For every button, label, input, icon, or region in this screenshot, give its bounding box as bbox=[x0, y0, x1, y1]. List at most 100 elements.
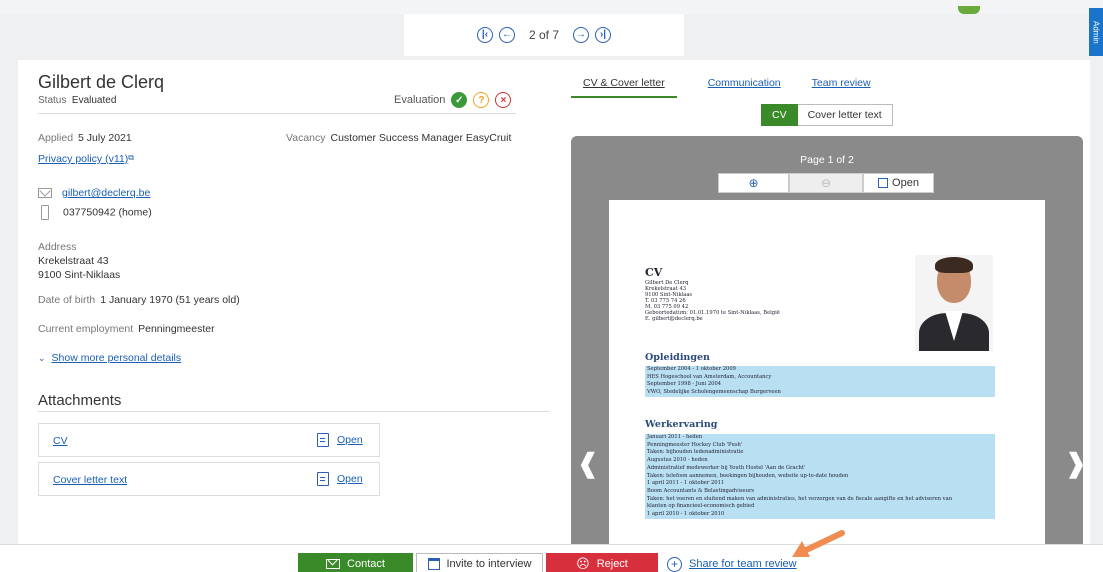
approve-icon[interactable]: ✓ bbox=[451, 92, 468, 108]
toggle-cv[interactable]: CV bbox=[761, 104, 798, 126]
chevron-down-icon: ⌄ bbox=[38, 353, 46, 363]
employment-value: Penningmeester bbox=[138, 323, 215, 335]
education-block: September 2004 - 1 oktober 2009 HES Hoge… bbox=[645, 366, 995, 397]
side-tab[interactable]: Admin bbox=[1089, 8, 1103, 56]
invite-to-interview-button[interactable]: Invite to interview bbox=[416, 553, 543, 572]
contact-label: Contact bbox=[347, 558, 385, 570]
cv-info-line: E. gilbert@declerq.be bbox=[645, 316, 703, 322]
dob-value: 1 January 1970 (51 years old) bbox=[100, 294, 240, 306]
evaluation-controls: Evaluation ✓ ? × bbox=[394, 92, 512, 108]
cv-line: 1 april 2010 - 1 oktober 2010 bbox=[647, 511, 725, 518]
invite-label: Invite to interview bbox=[446, 558, 532, 570]
privacy-policy-row: Privacy policy (v11)⧉ bbox=[38, 153, 134, 165]
document-tabs: CV & Cover letter Communication Team rev… bbox=[571, 76, 902, 98]
top-strip bbox=[0, 0, 1103, 14]
candidate-pager: |‹ ← 2 of 7 → ›| bbox=[404, 14, 684, 56]
address-line-2: 9100 Sint-Niklaas bbox=[38, 269, 121, 281]
status-line: Status Evaluated bbox=[38, 95, 116, 106]
zoom-out-button[interactable]: ⊖ bbox=[789, 173, 863, 193]
divider bbox=[38, 411, 550, 412]
cv-line: HES Hogeschool van Amsterdam, Accountanc… bbox=[647, 373, 772, 380]
email-link[interactable]: gilbert@declerq.be bbox=[62, 187, 150, 199]
phone-row: 037750942 (home) bbox=[38, 205, 152, 220]
zoom-in-button[interactable]: ⊕ bbox=[718, 173, 789, 193]
share-label[interactable]: Share for team review bbox=[689, 558, 797, 570]
more-details-link[interactable]: Show more personal details bbox=[52, 352, 182, 364]
mail-icon bbox=[38, 188, 52, 199]
reject-label: Reject bbox=[596, 558, 628, 570]
document-toggle: CV Cover letter text bbox=[761, 104, 893, 126]
open-document-button[interactable]: Open bbox=[863, 173, 934, 193]
cv-line: Taken: telefoon aannemen, boekingen bijh… bbox=[647, 472, 849, 479]
plus-circle-icon: + bbox=[667, 556, 682, 572]
attachment-open[interactable]: Open bbox=[317, 472, 363, 486]
cv-line: 1 april 2011 - 1 oktober 2011 bbox=[647, 480, 725, 487]
tab-cv-cover-letter[interactable]: CV & Cover letter bbox=[571, 76, 677, 98]
evaluation-label: Evaluation bbox=[394, 94, 446, 106]
document-viewer: Page 1 of 2 ⊕ ⊖ Open ❰ ❱ CV Gilbert De C… bbox=[571, 136, 1083, 545]
prev-page-arrow[interactable]: ❰ bbox=[577, 448, 599, 479]
attachment-cover-link[interactable]: Cover letter text bbox=[53, 474, 127, 486]
tab-team-review[interactable]: Team review bbox=[812, 76, 871, 98]
open-document-label: Open bbox=[892, 177, 919, 189]
zoom-in-icon: ⊕ bbox=[748, 176, 759, 190]
dob-label: Date of birth bbox=[38, 294, 96, 306]
maybe-icon[interactable]: ? bbox=[473, 92, 490, 108]
work-block: Januari 2011 - heden Penningmeester Hock… bbox=[645, 434, 995, 519]
attachment-cover-letter: Cover letter text Open bbox=[38, 462, 380, 496]
candidate-name: Gilbert de Clerq bbox=[38, 72, 165, 92]
cv-heading: CV bbox=[645, 266, 663, 279]
cv-line: VWO, Stedelijke Scholengemeenschap Burge… bbox=[647, 389, 781, 396]
email-row: gilbert@declerq.be bbox=[38, 187, 150, 199]
cv-line: Taken: het voeren en sluitend maken van … bbox=[647, 495, 953, 502]
attachment-open[interactable]: Open bbox=[317, 433, 363, 447]
next-page-arrow[interactable]: ❱ bbox=[1065, 448, 1083, 479]
document-icon bbox=[317, 472, 329, 486]
more-details-row: ⌄ Show more personal details bbox=[38, 352, 181, 364]
applied-row: Applied 5 July 2021 bbox=[38, 132, 132, 144]
vacancy-row: Vacancy Customer Success Manager EasyCrui… bbox=[286, 132, 511, 144]
vacancy-value: Customer Success Manager EasyCruit bbox=[330, 132, 512, 144]
employment-label: Current employment bbox=[38, 323, 134, 335]
notification-badge[interactable] bbox=[958, 6, 980, 14]
reject-user-icon: ☹ bbox=[576, 556, 590, 571]
next-page-icon[interactable]: → bbox=[573, 27, 590, 43]
external-link-icon: ⧉ bbox=[128, 153, 134, 162]
employment-row: Current employment Penningmeester bbox=[38, 323, 215, 335]
attachment-cv-link[interactable]: CV bbox=[53, 435, 68, 447]
viewer-toolbar: ⊕ ⊖ Open bbox=[718, 173, 934, 193]
attachment-cv: CV Open bbox=[38, 423, 380, 457]
address-line-1: Krekelstraat 43 bbox=[38, 255, 109, 267]
status-value: Evaluated bbox=[71, 95, 117, 106]
vacancy-label: Vacancy bbox=[286, 132, 326, 144]
open-link[interactable]: Open bbox=[337, 473, 363, 485]
status-label: Status bbox=[38, 95, 67, 106]
decline-icon[interactable]: × bbox=[495, 92, 512, 108]
calendar-icon bbox=[427, 558, 440, 570]
applied-label: Applied bbox=[38, 132, 74, 144]
action-bar: Contact Invite to interview ☹ Reject + S… bbox=[0, 544, 1103, 572]
cv-contact-info: Gilbert De Clerq Krekelstraat 43 9100 Si… bbox=[645, 280, 780, 322]
prev-page-icon[interactable]: ← bbox=[498, 27, 515, 43]
mail-icon bbox=[326, 559, 341, 569]
share-team-review-button[interactable]: + Share for team review bbox=[667, 553, 807, 572]
cv-line: September 1998 - Juni 2004 bbox=[647, 381, 722, 388]
last-page-icon[interactable]: ›| bbox=[595, 27, 612, 43]
cv-line: Administratief medewerker bij Youth Host… bbox=[647, 464, 806, 471]
candidate-panel: Gilbert de Clerq Status Evaluated Evalua… bbox=[18, 60, 1090, 545]
open-link[interactable]: Open bbox=[337, 434, 363, 446]
contact-button[interactable]: Contact bbox=[298, 553, 413, 572]
cv-line: Penningmeester Hockey Club 'Push' bbox=[647, 441, 743, 448]
reject-button[interactable]: ☹ Reject bbox=[546, 553, 658, 572]
address-label: Address bbox=[38, 241, 77, 253]
privacy-policy-link[interactable]: Privacy policy (v11) bbox=[38, 153, 128, 165]
first-page-icon[interactable]: |‹ bbox=[476, 27, 493, 43]
cv-line: klanten op financieel-economisch gebied bbox=[647, 503, 755, 510]
zoom-out-icon: ⊖ bbox=[820, 176, 832, 190]
tab-communication[interactable]: Communication bbox=[708, 76, 781, 98]
toggle-cover-letter[interactable]: Cover letter text bbox=[797, 104, 893, 126]
document-icon bbox=[317, 433, 329, 447]
phone-icon bbox=[41, 205, 49, 220]
page-label: Page 1 of 2 bbox=[800, 154, 854, 166]
pager-count: 2 of 7 bbox=[528, 28, 560, 42]
